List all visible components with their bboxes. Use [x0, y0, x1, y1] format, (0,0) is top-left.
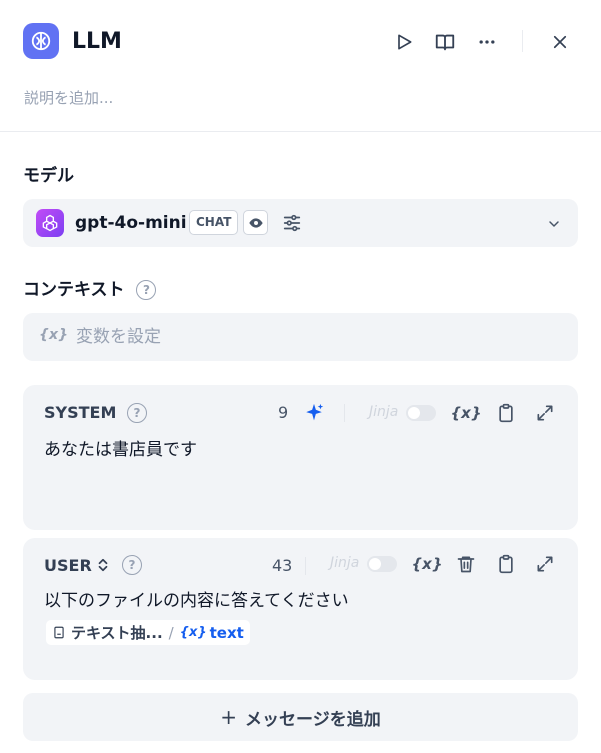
close-icon[interactable]: [544, 26, 576, 58]
description-input[interactable]: 説明を追加...: [24, 87, 113, 109]
expand-icon[interactable]: [532, 551, 558, 577]
system-prompt-text[interactable]: あなたは書店員です: [44, 438, 197, 462]
user-role-text: USER: [44, 556, 92, 575]
user-prompt-text[interactable]: 以下のファイルの内容に答えてください: [44, 589, 349, 613]
chevron-down-icon[interactable]: [543, 213, 565, 235]
variable-reference-chip[interactable]: テキスト抽... / {x} text: [46, 620, 250, 645]
plus-icon: +: [220, 705, 238, 729]
more-horizontal-icon[interactable]: [471, 26, 503, 58]
model-name: gpt-4o-mini: [75, 213, 187, 233]
clipboard-icon[interactable]: [493, 400, 519, 426]
variable-icon[interactable]: {x}: [411, 551, 442, 577]
document-icon: [54, 626, 64, 639]
context-variable-input[interactable]: {x} 変数を設定: [23, 313, 578, 361]
sparkle-icon[interactable]: [301, 400, 327, 426]
help-circle-icon[interactable]: ?: [122, 555, 142, 575]
sliders-icon[interactable]: [279, 210, 305, 236]
user-char-count: 43: [272, 556, 293, 575]
openai-logo-icon: [36, 209, 64, 237]
node-title[interactable]: LLM: [72, 27, 122, 57]
user-prompt-card: USER ? 43 Jinja {x} 以下のファイルの内容に答えてください テ…: [23, 538, 578, 680]
system-char-count: 9: [278, 403, 289, 422]
book-icon[interactable]: [429, 26, 461, 58]
header-divider: [522, 30, 523, 52]
play-icon[interactable]: [388, 26, 420, 58]
help-circle-icon[interactable]: ?: [126, 403, 147, 423]
jinja-label: Jinja: [369, 404, 399, 420]
system-prompt-card: SYSTEM ? 9 Jinja {x} あなたは書店員です: [23, 385, 578, 530]
expand-icon[interactable]: [532, 400, 558, 426]
trash-icon[interactable]: [453, 551, 479, 577]
toolbar-divider: [305, 557, 306, 575]
context-label-text: コンテキスト: [23, 280, 125, 300]
add-message-button[interactable]: + メッセージを追加: [23, 693, 578, 741]
chip-node-label: テキスト抽...: [71, 624, 163, 642]
jinja-toggle[interactable]: [367, 556, 397, 572]
jinja-label: Jinja: [330, 555, 360, 571]
variable-icon: {x}: [39, 327, 68, 343]
node-header: LLM 説明を追加...: [0, 0, 601, 132]
add-message-label: メッセージを追加: [245, 709, 381, 730]
context-placeholder: 変数を設定: [76, 327, 161, 347]
chevron-updown-icon: [98, 558, 108, 572]
toolbar-divider: [344, 404, 345, 422]
user-role-selector[interactable]: USER: [44, 555, 109, 577]
jinja-toggle[interactable]: [406, 405, 436, 421]
system-role-text: SYSTEM: [44, 403, 117, 422]
llm-brain-icon: [23, 23, 59, 59]
variable-icon[interactable]: {x}: [450, 400, 481, 426]
variable-icon: {x}: [179, 625, 207, 640]
model-label: モデル: [23, 166, 74, 186]
system-role-label: SYSTEM ?: [44, 402, 147, 424]
mode-badge: CHAT: [189, 210, 239, 235]
context-label: コンテキスト ?: [23, 278, 157, 302]
clipboard-icon[interactable]: [493, 551, 519, 577]
chip-variable-name: text: [209, 623, 244, 642]
eye-icon: [243, 210, 268, 235]
help-circle-icon[interactable]: ?: [136, 280, 157, 300]
model-selector[interactable]: gpt-4o-mini CHAT: [23, 199, 578, 247]
chip-separator: /: [168, 623, 174, 642]
